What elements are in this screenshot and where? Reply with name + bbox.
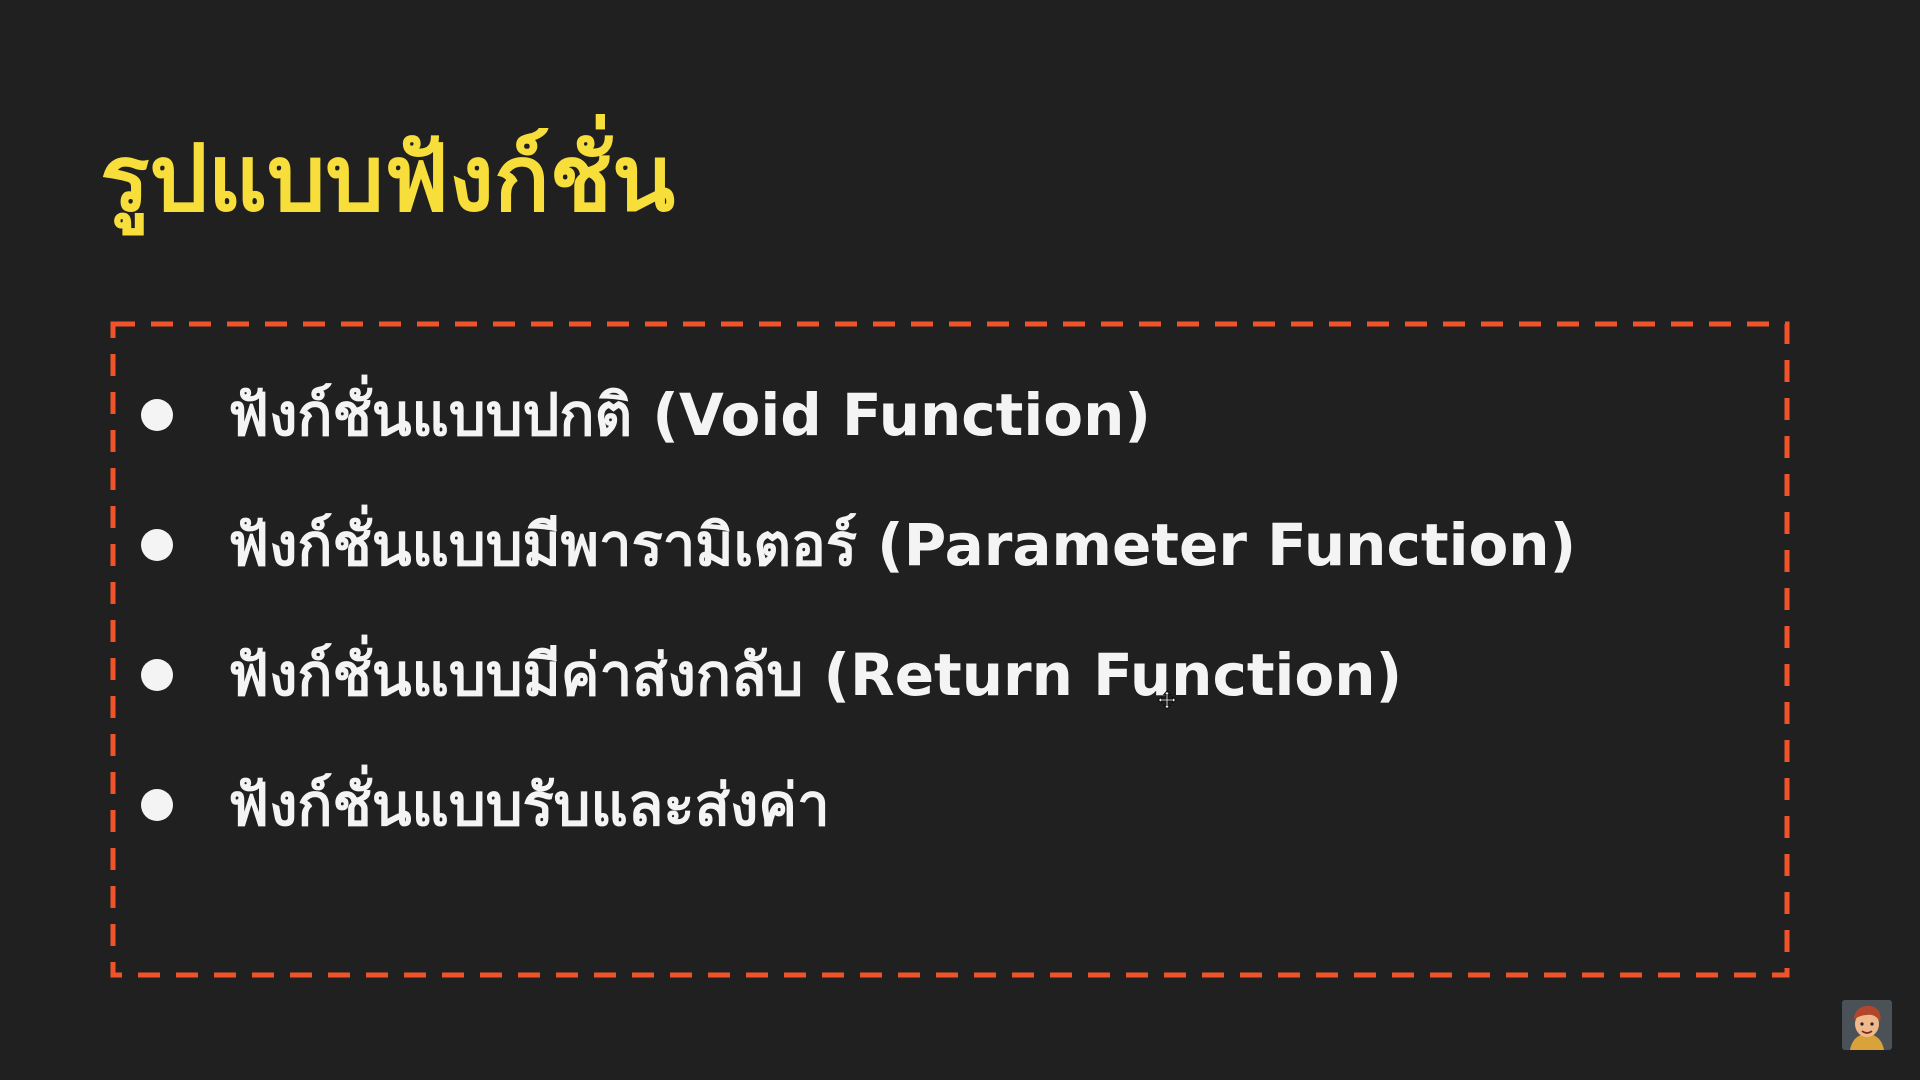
move-cursor-icon (1157, 690, 1177, 710)
bullet-dot-icon (141, 789, 173, 821)
slide-title: รูปแบบฟังก์ชั่น (100, 125, 675, 232)
presenter-avatar (1842, 1000, 1892, 1050)
list-item-label: ฟังก์ชั่นแบบรับและส่งค่า (228, 771, 830, 839)
bullet-dot-icon (141, 529, 173, 561)
bullet-dot-icon (141, 399, 173, 431)
list-item-label: ฟังก์ชั่นแบบมีพารามิเตอร์ (Parameter Fun… (228, 511, 1577, 579)
list-item-label: ฟังก์ชั่นแบบมีค่าส่งกลับ (Return Functio… (228, 641, 1403, 709)
slide: รูปแบบฟังก์ชั่น ฟังก์ชั่นแบบปกติ (Void F… (0, 0, 1920, 1080)
list-item-label: ฟังก์ชั่นแบบปกติ (Void Function) (228, 381, 1151, 449)
bullet-dot-icon (141, 659, 173, 691)
